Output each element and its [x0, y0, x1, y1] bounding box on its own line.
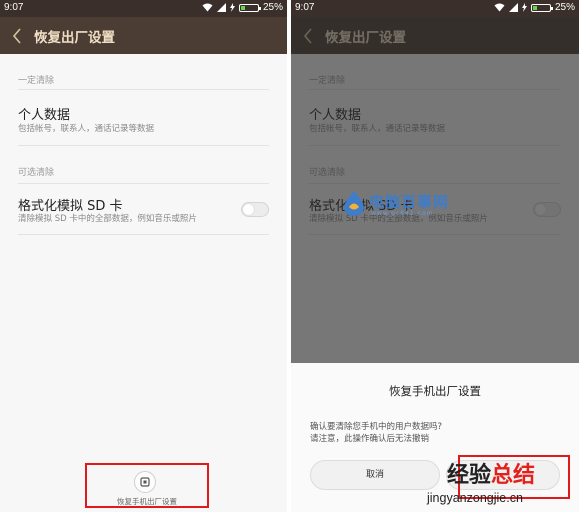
battery-icon [238, 3, 261, 12]
watermark-corner-url: jingyanzongjie.cn [427, 491, 523, 505]
divider [18, 234, 269, 235]
status-bar: 9:07 25% [291, 0, 579, 17]
divider [18, 89, 269, 90]
settings-content: 一定清除 个人数据 包括帐号，联系人，通话记录等数据 可选清除 格式化模拟 SD… [0, 54, 287, 512]
back-arrow-icon[interactable] [10, 26, 26, 46]
watermark-brand: 电脑百事网 [369, 193, 450, 211]
confirm-screen: 9:07 25% 恢复出厂设置 一定清除 个人数据 包括帐号，联系人，通话记录等… [291, 0, 579, 512]
page-title: 恢复出厂设置 [34, 30, 115, 46]
dialog-message: 确认要清除您手机中的用户数据吗? [310, 422, 443, 432]
watermark-site: 电脑百事网 www.pc841.com [343, 188, 473, 220]
watermark-corner: 经验总结 jingyanzongjie.cn [423, 453, 579, 512]
status-bar: 9:07 25% [0, 0, 287, 17]
section-label-required: 一定清除 [18, 76, 55, 86]
watermark-url: www.pc841.com [371, 210, 434, 217]
charging-icon [229, 3, 235, 12]
battery-percent: 25% [262, 2, 283, 13]
dialog-title: 恢复手机出厂设置 [389, 384, 481, 398]
status-time: 9:07 [295, 2, 315, 13]
app-header: 恢复出厂设置 [0, 17, 287, 54]
divider [18, 183, 269, 184]
charging-icon [521, 3, 527, 12]
battery-percent: 25% [554, 2, 575, 13]
settings-screen: 9:07 25% 恢复出厂设置 一定清除 个人数据 包括帐号，联系人，通话记录等… [0, 0, 287, 512]
status-time: 9:07 [4, 2, 24, 13]
highlight-box [85, 463, 209, 508]
signal-icon [508, 3, 518, 12]
dialog-warning: 请注意，此操作确认后无法撤销 [310, 434, 430, 444]
signal-icon [216, 3, 226, 12]
wifi-icon [494, 3, 505, 12]
wifi-icon [202, 3, 213, 12]
item-subtitle: 清除模拟 SD 卡中的全部数据，例如音乐或照片 [18, 214, 197, 224]
item-subtitle: 包括帐号，联系人，通话记录等数据 [18, 124, 155, 134]
battery-icon [530, 3, 553, 12]
item-title: 个人数据 [18, 108, 71, 123]
watermark-corner-title: 经验总结 [447, 463, 536, 488]
divider [18, 145, 269, 146]
cancel-button[interactable]: 取消 [310, 460, 440, 490]
section-label-optional: 可选清除 [18, 168, 55, 178]
sd-format-toggle[interactable] [241, 202, 269, 217]
logo-drop-icon [344, 191, 364, 216]
